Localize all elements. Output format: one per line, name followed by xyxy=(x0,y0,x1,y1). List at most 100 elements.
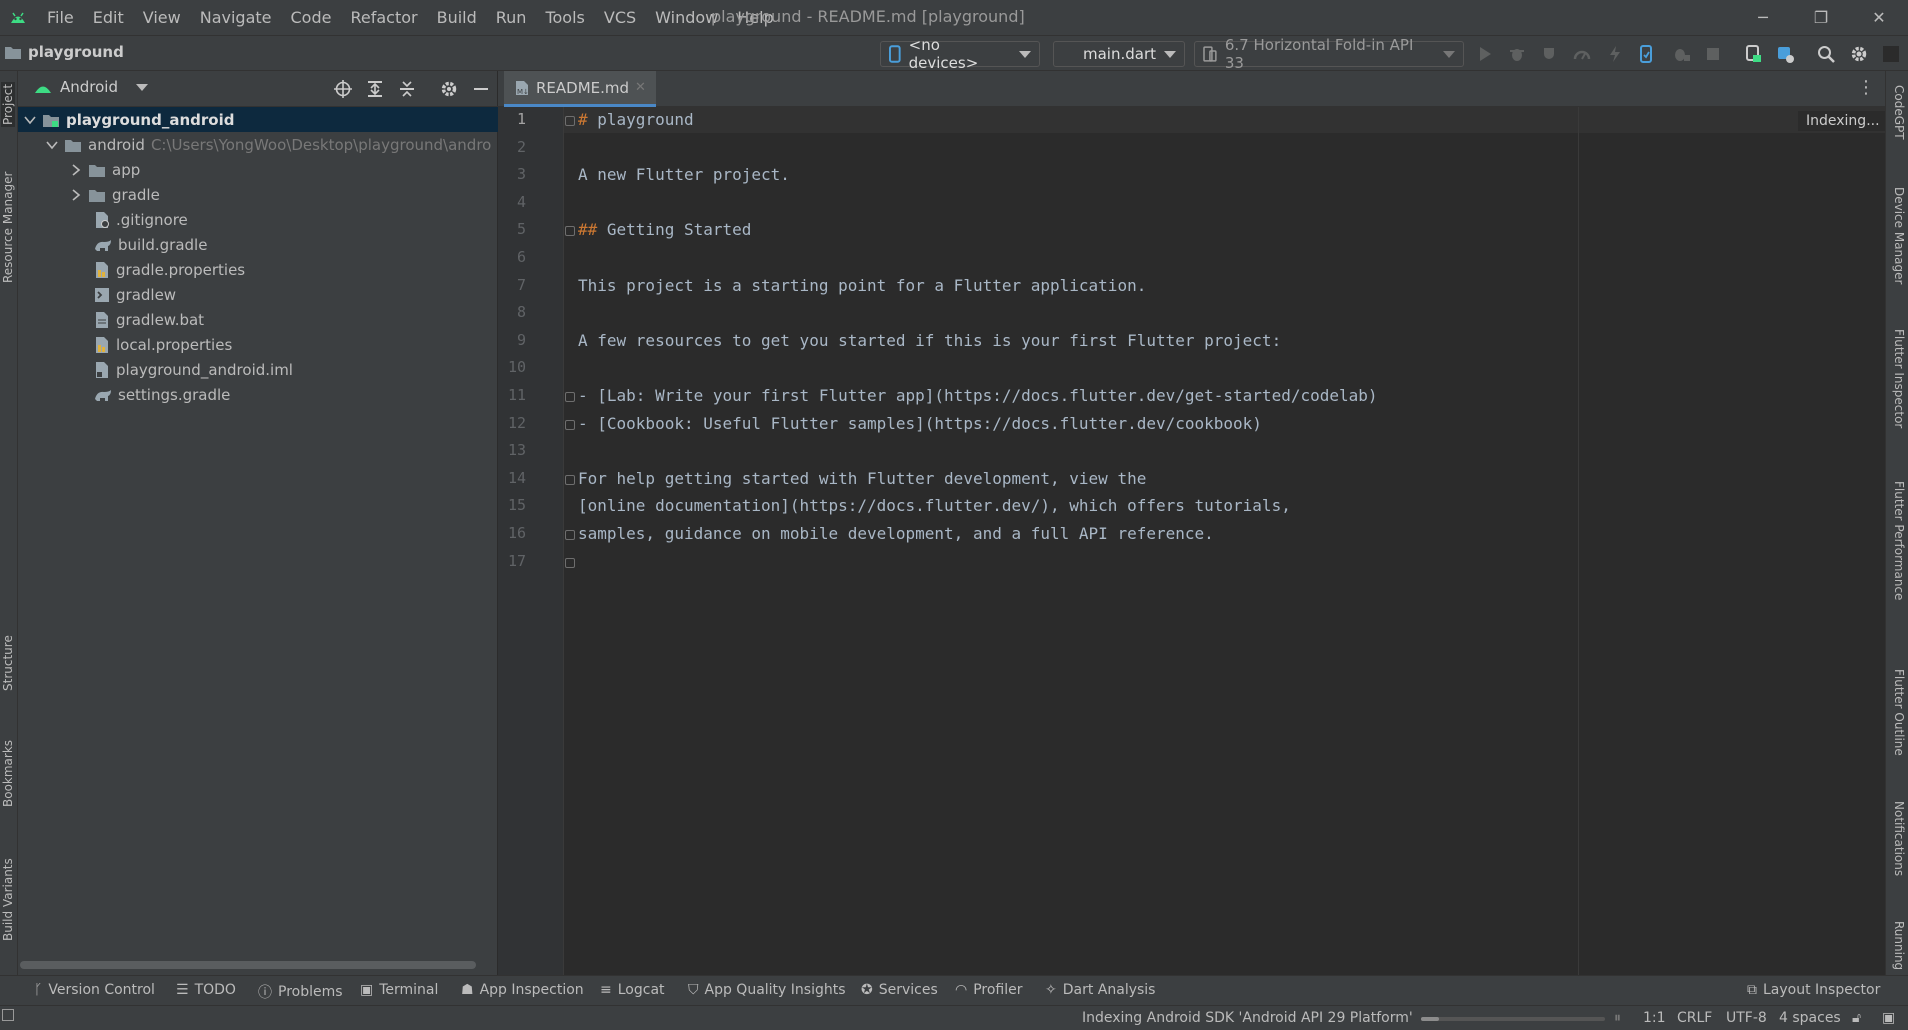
tool-dart-analysis[interactable]: ✧ Dart Analysis xyxy=(1045,982,1155,998)
tool-window-flutter-performance[interactable]: Flutter Performance xyxy=(1892,481,1906,600)
line-number: 13 xyxy=(507,441,526,460)
fold-marker-icon[interactable] xyxy=(565,419,575,430)
indent-setting[interactable]: 4 spaces xyxy=(1779,1010,1841,1026)
toggle-tool-windows-icon[interactable] xyxy=(2,1009,14,1021)
menu-view[interactable]: View xyxy=(143,8,181,27)
tool-layout-inspector[interactable]: ⧉ Layout Inspector xyxy=(1747,982,1880,998)
tree-node-gradle[interactable]: gradle xyxy=(70,182,160,207)
line-separator[interactable]: CRLF xyxy=(1677,1010,1712,1026)
tree-node-gradlew-bat[interactable]: gradlew.bat xyxy=(94,307,204,332)
code-editor[interactable]: 1 2 3 4 5 6 7 8 9 10 11 12 13 14 15 16 17 # playground A … xyxy=(498,107,1888,975)
menu-build[interactable]: Build xyxy=(437,8,477,27)
gradle-icon xyxy=(95,239,111,251)
breadcrumb[interactable]: playground xyxy=(4,43,124,61)
tree-node-playground-android[interactable]: playground_android xyxy=(18,107,498,132)
expand-all-icon[interactable] xyxy=(366,80,384,98)
fold-marker-icon[interactable] xyxy=(565,226,575,237)
fold-marker-icon[interactable] xyxy=(565,474,575,485)
tool-window-codegpt[interactable]: CodeGPT xyxy=(1892,85,1906,140)
collapse-all-icon[interactable] xyxy=(398,80,416,98)
tool-app-quality-insights[interactable]: ⛉ App Quality Insights xyxy=(688,982,846,998)
more-options-icon[interactable]: ⋮ xyxy=(1857,77,1875,98)
menu-run[interactable]: Run xyxy=(496,8,527,27)
tool-window-device-manager[interactable]: Device Manager xyxy=(1892,187,1906,284)
search-icon[interactable] xyxy=(1817,45,1835,63)
run-config-selector[interactable]: main.dart xyxy=(1053,41,1185,67)
stop-icon[interactable] xyxy=(1704,45,1722,63)
tool-label: Terminal xyxy=(379,982,439,998)
tree-node-app[interactable]: app xyxy=(70,157,140,182)
menu-window[interactable]: Window xyxy=(655,8,718,27)
tool-window-structure[interactable]: Structure xyxy=(1,635,15,691)
coverage-icon[interactable] xyxy=(1541,45,1559,63)
tool-window-running[interactable]: Running xyxy=(1892,921,1906,970)
gear-icon[interactable] xyxy=(1850,45,1868,63)
fold-marker-icon[interactable] xyxy=(565,116,575,126)
menu-file[interactable]: File xyxy=(47,8,74,27)
close-button[interactable]: ✕ xyxy=(1850,0,1908,35)
tree-node-android[interactable]: android C:\Users\YongWoo\Desktop\playgro… xyxy=(46,132,491,157)
gear-icon[interactable] xyxy=(440,80,458,98)
tree-node-playground-android-iml[interactable]: playground_android.iml xyxy=(94,357,293,382)
locate-file-icon[interactable] xyxy=(334,80,352,98)
tree-node-build-gradle[interactable]: build.gradle xyxy=(94,232,207,257)
tree-node-gitignore[interactable]: .gitignore xyxy=(94,207,188,232)
caret-position[interactable]: 1:1 xyxy=(1643,1010,1666,1026)
status-message[interactable]: Indexing Android SDK 'Android API 29 Pla… xyxy=(1082,1010,1413,1026)
apply-changes-icon[interactable] xyxy=(1637,45,1655,63)
tool-services[interactable]: ✪ Services xyxy=(861,982,938,998)
tool-version-control[interactable]: ᚴ Version Control xyxy=(34,982,155,998)
user-avatar-icon[interactable] xyxy=(1882,45,1900,63)
tree-node-gradlew[interactable]: gradlew xyxy=(94,282,176,307)
tool-logcat[interactable]: ≡ Logcat xyxy=(600,982,665,998)
tool-todo[interactable]: ☰ TODO xyxy=(176,982,236,998)
sdk-manager-icon[interactable] xyxy=(1776,45,1794,63)
tool-app-inspection[interactable]: ☗ App Inspection xyxy=(461,982,584,998)
tool-problems[interactable]: ⓘ Problems xyxy=(258,982,343,1002)
tree-node-settings-gradle[interactable]: settings.gradle xyxy=(94,382,230,407)
menu-vcs[interactable]: VCS xyxy=(604,8,636,27)
debug-icon[interactable] xyxy=(1508,45,1526,63)
menu-edit[interactable]: Edit xyxy=(93,8,124,27)
indexing-progress-bar xyxy=(1421,1017,1605,1021)
tool-terminal[interactable]: ▣ Terminal xyxy=(360,982,438,998)
tool-profiler[interactable]: ◠ Profiler xyxy=(955,982,1023,998)
tool-window-project[interactable]: Project xyxy=(1,81,15,127)
minimize-button[interactable]: ─ xyxy=(1734,0,1792,35)
tool-window-flutter-inspector[interactable]: Flutter Inspector xyxy=(1892,329,1906,428)
profile-icon[interactable] xyxy=(1573,45,1591,63)
breadcrumb-project[interactable]: playground xyxy=(28,43,124,61)
notifications-icon[interactable]: ▣ xyxy=(1882,1010,1895,1026)
menu-refactor[interactable]: Refactor xyxy=(350,8,417,27)
device-selector[interactable]: <no devices> xyxy=(880,36,1040,72)
file-encoding[interactable]: UTF-8 xyxy=(1726,1010,1767,1026)
tool-window-bookmarks[interactable]: Bookmarks xyxy=(1,740,15,807)
tree-node-gradle-properties[interactable]: gradle.properties xyxy=(94,257,245,282)
menu-tools[interactable]: Tools xyxy=(545,8,584,27)
close-tab-icon[interactable]: ✕ xyxy=(635,80,646,95)
tool-window-flutter-outline[interactable]: Flutter Outline xyxy=(1892,669,1906,756)
tool-window-build-variants[interactable]: Build Variants xyxy=(1,858,15,941)
tool-window-notifications[interactable]: Notifications xyxy=(1892,801,1906,876)
menu-navigate[interactable]: Navigate xyxy=(200,8,272,27)
fold-marker-icon[interactable] xyxy=(565,557,575,568)
lock-icon[interactable]: 🔓︎ xyxy=(1852,1010,1861,1026)
tool-window-resource-manager[interactable]: Resource Manager xyxy=(1,172,15,283)
pause-icon[interactable]: ⏸ xyxy=(1614,1010,1621,1026)
attach-debugger-icon[interactable] xyxy=(1672,45,1690,63)
restore-button[interactable]: ❐ xyxy=(1792,0,1850,35)
heading-text: playground xyxy=(587,110,694,129)
project-view-selector[interactable]: Android xyxy=(34,78,148,96)
fold-marker-icon[interactable] xyxy=(565,530,575,540)
hide-panel-icon[interactable] xyxy=(472,80,490,98)
device-manager-icon[interactable] xyxy=(1744,45,1762,63)
tree-node-local-properties[interactable]: local.properties xyxy=(94,332,232,357)
project-view-label: Android xyxy=(60,78,118,96)
horizontal-scrollbar[interactable] xyxy=(20,961,476,969)
tab-readme[interactable]: M↓ README.md ✕ xyxy=(504,71,656,107)
run-icon[interactable] xyxy=(1476,45,1494,63)
fold-marker-icon[interactable] xyxy=(565,392,575,402)
menu-code[interactable]: Code xyxy=(291,8,332,27)
hot-reload-icon[interactable] xyxy=(1606,45,1624,63)
emulator-selector[interactable]: 6.7 Horizontal Fold-in API 33 xyxy=(1194,36,1464,72)
